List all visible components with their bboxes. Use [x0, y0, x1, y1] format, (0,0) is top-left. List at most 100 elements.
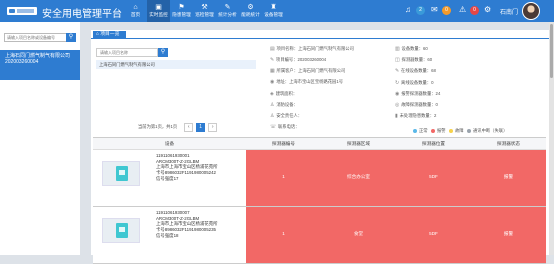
device-info: 11911061930001 ARCM300T-Z-2GLBM 上海市上海市宝山… [156, 153, 217, 182]
doc-icon: ▤ [270, 47, 275, 52]
legend-alarm: 报警 [431, 128, 446, 134]
header-detector-position: 探测器位置 [422, 141, 445, 146]
detector-status: 报警 [503, 231, 514, 236]
alarm-icon[interactable]: ⚠ [459, 5, 466, 14]
fault-dot-icon [449, 129, 453, 133]
stat-text: 在线设备数量：68 [401, 68, 436, 73]
nav-realtime-monitor[interactable]: ▣ 实时监控 [147, 0, 170, 22]
project-search: ⚲ [96, 48, 168, 57]
project-name: ▤ 项目名称：上海石同门燃气制气有限公司 [270, 46, 354, 53]
project-fire-equipment-text: 消防设备： [276, 102, 298, 107]
legend-offline: 通讯中断（失联） [467, 128, 507, 134]
table-row[interactable]: 11911061930007 ARCM300T-Z-2GLBM 上海市上海市宝山… [93, 207, 546, 264]
nav-energy[interactable]: ⚙ 能耗统计 [239, 0, 262, 22]
stat-fault-count: ◎ 故障探测器数量：0 [395, 102, 438, 109]
message-badge: 0 [442, 6, 451, 15]
nav-inspection[interactable]: ⚒ 巡检管理 [193, 0, 216, 22]
location-icon: ◉ [270, 80, 275, 85]
stat-text: 设备数量：60 [401, 46, 428, 51]
area-icon: ◈ [270, 92, 274, 97]
project-customer: ▦ 所属客户：上海石同门燃气有限公司 [270, 68, 345, 75]
stat-online-count: ✎ 在线设备数量：68 [395, 68, 436, 75]
online-icon: ✎ [395, 69, 400, 74]
home-icon: ⌂ [133, 4, 138, 11]
detector-no: 1 [282, 231, 285, 236]
project-safety-officer: ♙ 安全责任人： [270, 113, 302, 120]
legend-label: 正常 [419, 128, 428, 133]
header-detector-no: 探测器编号 [272, 141, 295, 146]
device-icon: ♜ [270, 4, 277, 11]
offline-dot-icon [467, 129, 471, 133]
hazard-icon: ▮ [395, 114, 398, 119]
nav-statistics[interactable]: ✎ 统计分析 [216, 0, 239, 22]
search-icon: ⚲ [68, 34, 74, 40]
stat-text: 故障探测器数量：0 [401, 102, 438, 107]
nav-label: 能耗统计 [241, 12, 260, 17]
project-list-item[interactable]: 上海石同门燃气制气有限公司 [96, 60, 256, 69]
header-detector-area: 探测器区域 [347, 141, 370, 146]
notice-badge: 2 [416, 6, 425, 15]
sidebar-site-item[interactable]: 上海石同门燃气制气有限公司 202003260004 [0, 50, 80, 80]
username[interactable]: 石南门 [500, 7, 518, 16]
page-scrollbar[interactable] [549, 22, 554, 255]
alarm-dot-icon [431, 129, 435, 133]
next-page-button[interactable]: › [208, 122, 218, 132]
nav-label: 隐患管理 [172, 12, 191, 17]
sidebar-search: ⚲ [4, 33, 76, 42]
tab-project-overview[interactable]: ⌂ 项目一览 [93, 31, 126, 39]
stat-device-count: ▥ 设备数量：60 [395, 46, 428, 53]
detector-status: 报警 [503, 174, 514, 179]
sidebar-search-button[interactable]: ⚲ [66, 33, 76, 42]
avatar[interactable] [522, 2, 540, 20]
legend-fault: 故障 [449, 128, 464, 134]
main-nav: ⌂ 首页 ▣ 实时监控 ⚑ 隐患管理 ⚒ 巡检管理 ✎ 统计分析 ⚙ 能耗统计 ♜ 设备管理 [124, 0, 285, 22]
settings-icon[interactable]: ⚙ [484, 5, 491, 14]
detector-area: 综合办公室 [347, 174, 370, 179]
tools-icon: ⚒ [201, 4, 208, 11]
nav-device[interactable]: ♜ 设备管理 [262, 0, 285, 22]
sidebar: ⚲ 上海石同门燃气制气有限公司 202003260004 [0, 22, 80, 255]
tab-bar: ⌂ 项目一览 [91, 30, 549, 39]
prev-page-button[interactable]: ‹ [184, 122, 194, 132]
stat-text: 未处理隐患数量：2 [399, 113, 437, 118]
project-address-text: 地址：上海市宝山区宝杨路花园1号 [276, 79, 344, 84]
device-card: 卡号8986032F11919800052​42 [156, 170, 216, 176]
stat-text: 报警探测器数量：24 [401, 91, 441, 96]
detector-icon: ◫ [395, 58, 400, 63]
stat-alarm-count: ◉ 报警探测器数量：24 [395, 91, 440, 98]
detector-position: 5DF [429, 231, 438, 236]
table-header: 设备 探测器编号 探测器区域 探测器位置 探测器状态 [93, 137, 546, 150]
stat-offline-count: ↻ 离线设备数量：0 [395, 80, 434, 87]
project-area: ◈ 建筑面积： [270, 91, 297, 98]
monitor-icon: ▣ [155, 4, 162, 11]
nav-hazard[interactable]: ⚑ 隐患管理 [170, 0, 193, 22]
project-search-input[interactable] [97, 49, 147, 56]
nav-label: 统计分析 [218, 12, 237, 17]
phone-icon: ☏ [270, 125, 276, 130]
device-signal: 信号强度18 [156, 232, 179, 238]
project-phone: ☏ 联系电话： [270, 124, 299, 131]
header-device: 设备 [164, 141, 175, 146]
top-bar: 安全用电管理平台 ⌂ 首页 ▣ 实时监控 ⚑ 隐患管理 ⚒ 巡检管理 ✎ 统计分析 ⚙ 能耗… [0, 0, 554, 22]
nav-home[interactable]: ⌂ 首页 [124, 0, 147, 22]
scrollbar-thumb[interactable] [550, 24, 553, 78]
bell-icon[interactable]: ♫ [405, 5, 411, 14]
project-code: ✎ 项目编号：202003260004 [270, 57, 326, 64]
project-phone-text: 联系电话： [278, 124, 300, 129]
project-search-button[interactable]: ⚲ [158, 48, 168, 57]
search-icon: ⚲ [160, 49, 166, 55]
nav-label: 实时监控 [149, 12, 168, 17]
stat-text: 离线设备数量：0 [401, 80, 434, 85]
tab-label: 项目一览 [100, 32, 120, 37]
offline-icon: ↻ [395, 81, 400, 86]
project-area-text: 建筑面积： [275, 91, 298, 96]
sidebar-search-input[interactable] [5, 34, 65, 41]
page-1-button[interactable]: 1 [196, 122, 206, 132]
legend-label: 故障 [455, 128, 464, 133]
table-row[interactable]: 11911061930001 ARCM300T-Z-2GLBM 上海市上海市宝山… [93, 150, 546, 207]
message-icon[interactable]: ✉ [431, 5, 438, 14]
energy-icon: ⚙ [247, 4, 254, 11]
stat-detector-count: ◫ 探测器数量：60 [395, 57, 432, 64]
project-safety-officer-text: 安全责任人： [276, 113, 303, 118]
project-name-text: 项目名称：上海石同门燃气制气有限公司 [276, 46, 354, 51]
